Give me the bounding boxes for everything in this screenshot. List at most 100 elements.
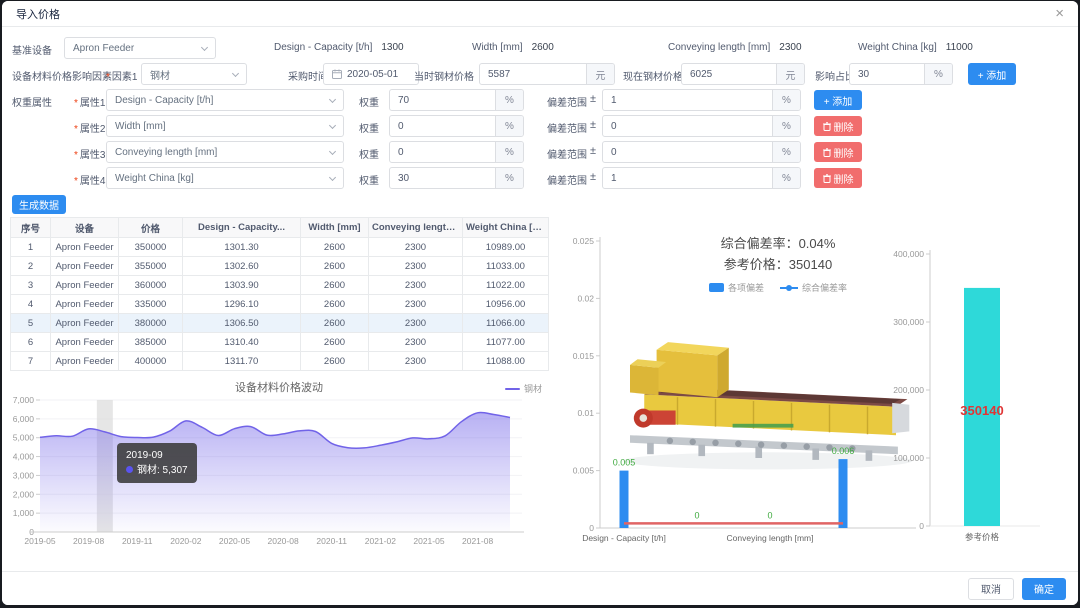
svg-text:2019-11: 2019-11: [122, 536, 153, 546]
weight-input[interactable]: 30%: [389, 167, 524, 189]
deviation-label: 偏差范围: [547, 124, 587, 135]
svg-text:0.005: 0.005: [613, 458, 636, 468]
svg-text:200,000: 200,000: [893, 385, 924, 395]
svg-text:2019-08: 2019-08: [73, 536, 104, 546]
table-cell: 2600: [300, 294, 369, 314]
svg-text:6,000: 6,000: [13, 414, 35, 424]
dialog-footer: 取消 确定: [2, 571, 1078, 605]
table-row[interactable]: 5 Apron Feeder 380000 1306.50 2600 2300 11066.…: [10, 313, 549, 333]
confirm-button[interactable]: 确定: [1022, 577, 1066, 600]
deviation-bars: 0.005 0 0 0.006: [613, 446, 854, 528]
weight-delete-button[interactable]: 删除: [814, 168, 862, 188]
unit-percent: %: [924, 64, 952, 84]
svg-text:0: 0: [767, 510, 772, 520]
spec-capacity: Design - Capacity [t/h] 1300: [274, 42, 404, 53]
cancel-button[interactable]: 取消: [968, 577, 1014, 600]
table-cell: 1301.30: [182, 237, 301, 257]
table-header-cell[interactable]: Design - Capacity...: [182, 217, 301, 238]
table-row[interactable]: 7 Apron Feeder 400000 1311.70 2600 2300 11088.…: [10, 351, 549, 371]
deviation-input[interactable]: 1%: [602, 167, 801, 189]
weight-delete-button[interactable]: 删除: [814, 142, 862, 162]
chevron-down-icon: [328, 95, 337, 104]
svg-text:2020-05: 2020-05: [219, 536, 250, 546]
attr-select[interactable]: Weight China [kg]: [106, 167, 344, 189]
table-cell: 4: [10, 294, 51, 314]
table-cell: 400000: [118, 351, 183, 371]
svg-text:2020-08: 2020-08: [268, 536, 299, 546]
deviation-label: 偏差范围: [547, 176, 587, 187]
table-header-cell[interactable]: Width [mm]: [300, 217, 369, 238]
y-axis: 01,0002,0003,0004,0005,0006,0007,000: [13, 395, 40, 537]
svg-text:2020-02: 2020-02: [170, 536, 201, 546]
table-header-cell[interactable]: 价格: [118, 217, 183, 238]
table-header-row: 序号 设备 价格 Design - Capacity... Width [mm] Conv…: [10, 217, 549, 238]
now-price-input[interactable]: 6025 元: [681, 63, 805, 85]
svg-text:7,000: 7,000: [13, 395, 35, 405]
table-cell: 355000: [118, 256, 183, 276]
x-axis: Design - Capacity [t/h] Conveying length …: [582, 527, 916, 543]
import-price-dialog: 导入价格 × 基准设备 Apron Feeder Design - Capaci…: [2, 1, 1078, 605]
factor-add-button[interactable]: + 添加: [968, 63, 1016, 85]
svg-text:0.01: 0.01: [577, 408, 594, 418]
svg-text:0.025: 0.025: [573, 236, 595, 246]
attr-select[interactable]: Design - Capacity [t/h]: [106, 89, 344, 111]
line-chart-legend[interactable]: 钢材: [504, 382, 542, 395]
table-header-cell[interactable]: 序号: [10, 217, 51, 238]
table-row[interactable]: 1 Apron Feeder 350000 1301.30 2600 2300 10989.…: [10, 237, 549, 257]
attr-select[interactable]: Width [mm]: [106, 115, 344, 137]
base-equipment-select[interactable]: Apron Feeder: [64, 37, 216, 59]
table-cell: Apron Feeder: [50, 313, 119, 333]
table-cell: 2300: [368, 256, 463, 276]
table-cell: 2600: [300, 256, 369, 276]
table-row[interactable]: 3 Apron Feeder 360000 1303.90 2600 2300 11022.…: [10, 275, 549, 295]
generate-data-button[interactable]: 生成数据: [12, 195, 66, 214]
weight-delete-button[interactable]: 删除: [814, 116, 862, 136]
table-cell: 11033.00: [462, 256, 549, 276]
weight-add-button[interactable]: + 添加: [814, 90, 862, 110]
attr-select[interactable]: Conveying length [mm]: [106, 141, 344, 163]
svg-text:2021-08: 2021-08: [462, 536, 493, 546]
table-cell: 2600: [300, 313, 369, 333]
weight-label: 权重: [359, 150, 379, 161]
svg-text:2,000: 2,000: [13, 489, 35, 499]
deviation-panel: 综合偏差率：0.04% 参考价格：350140 各项偏差 综合偏差率 0 0.0…: [548, 225, 1076, 569]
weight-input[interactable]: 0%: [389, 141, 524, 163]
base-equipment-value: Apron Feeder: [73, 42, 135, 54]
table-row[interactable]: 6 Apron Feeder 385000 1310.40 2600 2300 11077.…: [10, 332, 549, 352]
table-cell: 2600: [300, 237, 369, 257]
x-axis-label: 参考价格: [965, 532, 1000, 542]
deviation-input[interactable]: 0%: [602, 141, 801, 163]
chevron-down-icon: [231, 69, 240, 78]
table-header-cell[interactable]: 设备: [50, 217, 119, 238]
purchase-time-input[interactable]: 2020-05-01: [323, 63, 419, 85]
reference-price-value: 350140: [960, 403, 1003, 418]
spec-width: Width [mm] 2600: [472, 42, 554, 53]
deviation-input[interactable]: 1%: [602, 89, 801, 111]
spec-conveying-length: Conveying length [mm] 2300: [668, 42, 802, 53]
spec-weight-china: Weight China [kg] 11000: [858, 42, 973, 53]
factor1-select[interactable]: 钢材: [141, 63, 247, 85]
trash-icon: [822, 173, 831, 183]
trash-icon: [822, 147, 831, 157]
table-cell: 1: [10, 237, 51, 257]
unit-percent: %: [495, 90, 523, 110]
chevron-down-icon: [328, 121, 337, 130]
table-cell: 2300: [368, 237, 463, 257]
deviation-input[interactable]: 0%: [602, 115, 801, 137]
weight-input[interactable]: 70%: [389, 89, 524, 111]
table-header-cell[interactable]: Conveying length...: [368, 217, 463, 238]
table-header-cell[interactable]: Weight China [kg]: [462, 217, 549, 238]
then-price-input[interactable]: 5587 元: [479, 63, 615, 85]
dialog-title: 导入价格: [16, 8, 60, 21]
ratio-input[interactable]: 30 %: [849, 63, 953, 85]
table-row[interactable]: 2 Apron Feeder 355000 1302.60 2600 2300 11033.…: [10, 256, 549, 276]
calendar-icon: [332, 69, 342, 79]
table-row[interactable]: 4 Apron Feeder 335000 1296.10 2600 2300 10956.…: [10, 294, 549, 314]
table-cell: 2600: [300, 275, 369, 295]
table-cell: Apron Feeder: [50, 237, 119, 257]
close-icon[interactable]: ×: [1055, 6, 1064, 21]
table-cell: Apron Feeder: [50, 275, 119, 295]
x-axis: 2019-05 2019-08 2019-11 2020-02 2020-05 2020-…: [24, 531, 524, 546]
weight-input[interactable]: 0%: [389, 115, 524, 137]
price-fluctuation-chart[interactable]: 设备材料价格波动 钢材 0 1,000 2,000 3,000 4,000 5,000 6,…: [10, 377, 548, 557]
